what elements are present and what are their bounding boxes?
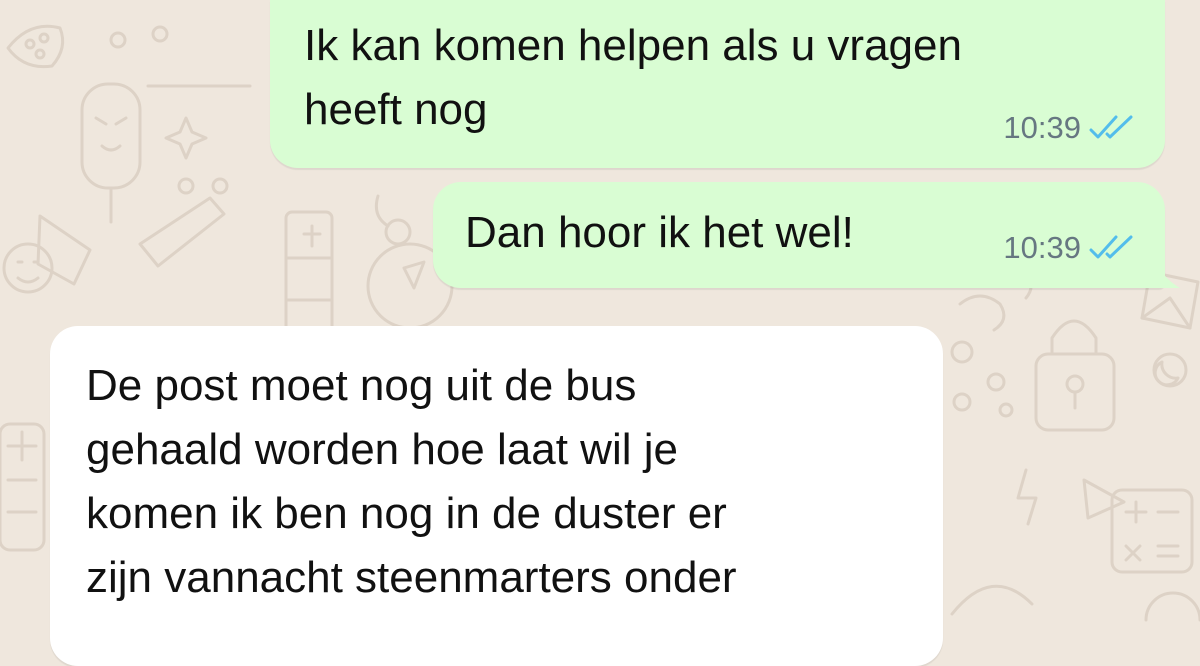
message-text-line: gehaald worden hoe laat wil je [86, 425, 678, 474]
double-check-icon [1089, 235, 1133, 259]
double-check-icon [1089, 115, 1133, 139]
message-text-line: heeft nog [304, 85, 488, 134]
message-timestamp: 10:39 [1003, 110, 1081, 145]
message-text-line: De post moet nog uit de bus [86, 361, 637, 410]
message-text-line: Dan hoor ik het wel! [465, 208, 854, 257]
pen-doodle-icon [2, 196, 226, 294]
message-text: De post moet nog uit de bus gehaald word… [86, 354, 916, 610]
popsicle-doodle-icon [80, 82, 252, 224]
mail-doodle-icon [1016, 270, 1200, 526]
message-text: Dan hoor ik het wel! [465, 201, 854, 265]
outgoing-message[interactable]: Ik kan komen helpen als u vragen heeft n… [270, 0, 1165, 168]
sparkle-doodle-icon [164, 116, 229, 195]
message-text-line: zijn vannacht steenmarters onder [86, 553, 737, 602]
incoming-message[interactable]: De post moet nog uit de bus gehaald word… [50, 326, 943, 666]
message-timestamp: 10:39 [1003, 230, 1081, 265]
message-meta: 10:39 [1003, 108, 1135, 148]
message-text-line: komen ik ben nog in de duster er [86, 489, 727, 538]
outgoing-message[interactable]: Dan hoor ik het wel! 10:39 [433, 182, 1180, 288]
cake-doodle-icon [6, 24, 169, 69]
message-meta: 10:39 [1003, 228, 1135, 268]
bubble-tail [1158, 266, 1180, 288]
message-text: Ik kan komen helpen als u vragen heeft n… [304, 14, 1104, 142]
lock-doodle-icon [1034, 319, 1188, 432]
message-text-line: Ik kan komen helpen als u vragen [304, 21, 962, 70]
